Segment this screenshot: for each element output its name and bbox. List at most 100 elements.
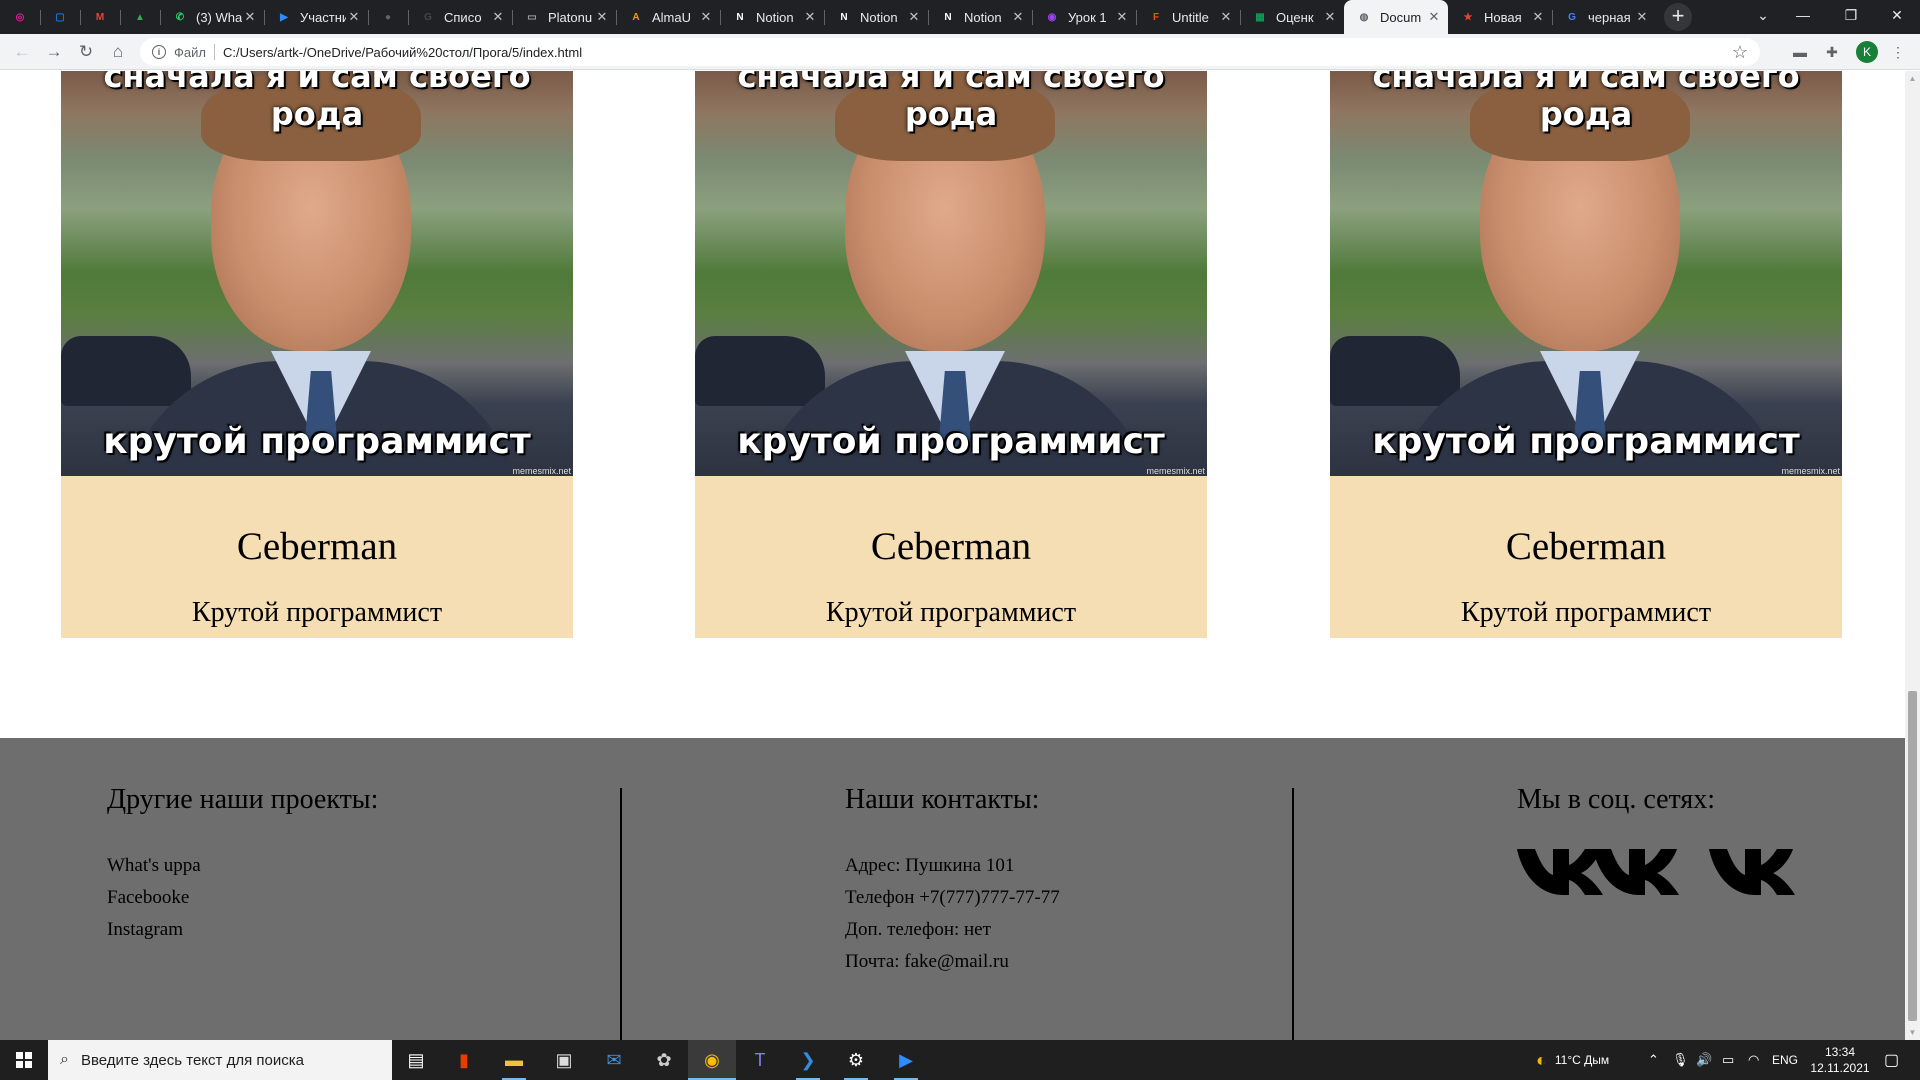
browser-tab[interactable]: N Notion ✕ (928, 0, 1032, 34)
settings-gear-icon[interactable]: ⚙ (832, 1040, 880, 1080)
browser-tab[interactable]: ◉ Урок 1 ✕ (1032, 0, 1136, 34)
wifi-icon[interactable]: ◠ (1748, 1040, 1759, 1080)
browser-tab[interactable]: Gчерная ✕ (1552, 0, 1656, 34)
figma-icon: F (1152, 11, 1160, 23)
battery-icon[interactable]: ▭ (1722, 1040, 1734, 1080)
windows-taskbar: ⌕ Введите здесь текст для поиска ▤ ▮ ▬ ▣… (0, 1040, 1920, 1080)
footer-link-whatsuppa[interactable]: What's uppa (107, 855, 201, 877)
microphone-icon[interactable]: 🎙 (1672, 1040, 1689, 1080)
tab-close-icon[interactable]: ✕ (242, 9, 258, 25)
reload-icon[interactable]: ↻ (74, 40, 98, 64)
browser-tab[interactable]: ▶ Участни ✕ (264, 0, 368, 34)
teams-icon[interactable]: T (736, 1040, 784, 1080)
tab-close-icon[interactable]: ✕ (1426, 9, 1442, 25)
notion-icon: N (840, 11, 848, 23)
browser-tab[interactable]: G Списо ✕ (408, 0, 512, 34)
tab-close-icon[interactable]: ✕ (1218, 9, 1234, 25)
tab-close-icon[interactable]: ✕ (490, 9, 506, 25)
zoom-app-icon[interactable]: ▶ (882, 1040, 930, 1080)
office-icon[interactable]: ▮ (440, 1040, 488, 1080)
browser-tab[interactable]: ★ Новая ✕ (1448, 0, 1552, 34)
forward-icon[interactable]: → (42, 40, 66, 64)
restore-icon[interactable]: ❐ (1828, 0, 1874, 30)
meme-watermark: memesmix.net (1781, 466, 1840, 476)
browser-tab[interactable]: ▢ (40, 0, 80, 34)
browser-tab[interactable]: ✆ (3) Wha ✕ (160, 0, 264, 34)
chrome-icon[interactable]: ◉ (688, 1040, 736, 1080)
tab-close-icon[interactable]: ✕ (698, 9, 714, 25)
browser-tab[interactable]: F Untitle ✕ (1136, 0, 1240, 34)
app-icon[interactable]: ✿ (640, 1040, 688, 1080)
close-window-icon[interactable]: ✕ (1874, 0, 1920, 30)
browser-tab[interactable]: M (80, 0, 120, 34)
mail-icon[interactable]: ✉ (590, 1040, 638, 1080)
windows-logo-icon (16, 1052, 32, 1068)
tab-close-icon[interactable]: ✕ (346, 9, 362, 25)
new-tab-icon: ★ (1463, 11, 1473, 23)
tab-title: Docum (1380, 9, 1422, 25)
tray-chevron-icon[interactable]: ⌃ (1648, 1040, 1659, 1080)
start-button[interactable] (0, 1040, 48, 1080)
microsoft-store-icon[interactable]: ▣ (540, 1040, 588, 1080)
info-icon[interactable]: i (152, 45, 166, 59)
notification-icon[interactable]: ▢ (1884, 1040, 1899, 1080)
tab-title: Notion (756, 9, 794, 25)
tab-close-icon[interactable]: ✕ (1530, 9, 1546, 25)
card-role: Крутой программист (825, 597, 1077, 628)
address-divider (213, 44, 215, 60)
menu-icon[interactable]: ⋮ (1888, 42, 1908, 62)
browser-tab[interactable]: ◎ (0, 0, 40, 34)
address-bar[interactable]: i Файл C:/Users/artk-/OneDrive/Рабочий%2… (140, 38, 1760, 66)
browser-tab[interactable]: ▭ Platonu ✕ (512, 0, 616, 34)
volume-icon[interactable]: 🔊 (1696, 1040, 1712, 1080)
browser-tab[interactable]: ● (368, 0, 408, 34)
tab-close-icon[interactable]: ✕ (594, 9, 610, 25)
back-icon[interactable]: ← (10, 40, 34, 64)
browser-tab[interactable]: ▦ Оценк ✕ (1240, 0, 1344, 34)
tab-close-icon[interactable]: ✕ (1114, 9, 1130, 25)
meme-bottom-caption: крутой программист (1372, 421, 1800, 462)
almau-icon: A (632, 11, 640, 23)
extension-icon[interactable]: ▬ (1790, 42, 1810, 62)
tab-title: Notion (964, 9, 1002, 25)
page-scrollbar[interactable]: ▲ ▼ (1905, 71, 1920, 1040)
browser-tab[interactable]: ▲ (120, 0, 160, 34)
browser-tab[interactable]: N Notion ✕ (720, 0, 824, 34)
contact-address: Адрес: Пушкина 101 (845, 855, 1015, 876)
footer-link-instagram[interactable]: Instagram (107, 919, 183, 941)
google-drive-icon: ▲ (135, 11, 145, 23)
home-icon[interactable]: ⌂ (106, 40, 130, 64)
scroll-down-arrow-icon[interactable]: ▼ (1905, 1025, 1920, 1040)
tab-close-icon[interactable]: ✕ (1010, 9, 1026, 25)
file-explorer-icon[interactable]: ▬ (490, 1040, 538, 1080)
minimize-icon[interactable]: — (1780, 0, 1826, 30)
bookmark-star-icon[interactable]: ☆ (1732, 42, 1748, 63)
browser-tab[interactable]: A AlmaU ✕ (616, 0, 720, 34)
vk-icon[interactable] (1593, 843, 1679, 898)
new-tab-button[interactable]: + (1664, 3, 1692, 31)
tab-close-icon[interactable]: ✕ (802, 9, 818, 25)
taskbar-search-input[interactable]: ⌕ Введите здесь текст для поиска (48, 1040, 392, 1080)
page-icon: ▭ (527, 11, 537, 23)
browser-tab[interactable]: ◍ Docum ✕ (1344, 0, 1448, 34)
vscode-icon[interactable]: ❯ (784, 1040, 832, 1080)
footer-link-facebooke[interactable]: Facebooke (107, 887, 189, 909)
avatar[interactable]: K (1856, 41, 1878, 63)
browser-tab[interactable]: N Notion ✕ (824, 0, 928, 34)
taskbar-clock[interactable]: 13:34 12.11.2021 (1808, 1044, 1872, 1076)
vk-icon[interactable] (1517, 843, 1603, 898)
puzzle-icon[interactable]: ✚ (1822, 42, 1842, 62)
tab-close-icon[interactable]: ✕ (1634, 9, 1650, 25)
car-shape (695, 336, 825, 406)
language-indicator[interactable]: ENG (1772, 1040, 1798, 1080)
tab-close-icon[interactable]: ✕ (1322, 9, 1338, 25)
tab-title: AlmaU (652, 9, 692, 25)
scroll-up-arrow-icon[interactable]: ▲ (1905, 71, 1920, 86)
vk-icon[interactable] (1709, 843, 1795, 898)
weather-widget[interactable]: ◐ 11°C Дым (1536, 1040, 1609, 1080)
address-url[interactable]: C:/Users/artk-/OneDrive/Рабочий%20стол/П… (223, 45, 582, 60)
tab-close-icon[interactable]: ✕ (906, 9, 922, 25)
tab-title: Notion (860, 9, 898, 25)
scrollbar-thumb[interactable] (1908, 691, 1917, 1021)
task-view-icon[interactable]: ▤ (392, 1040, 440, 1080)
